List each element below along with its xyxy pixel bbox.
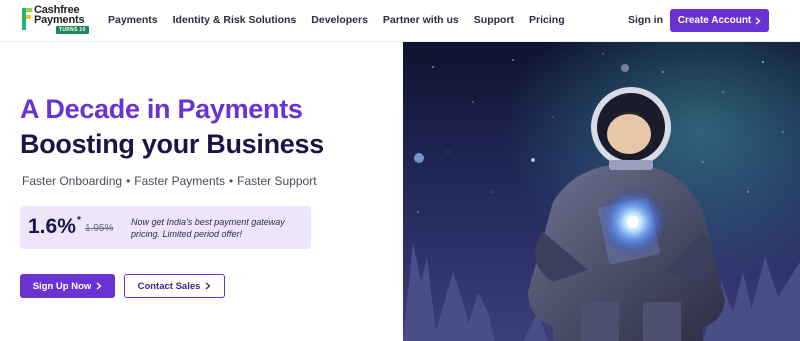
bullet-separator: • [126,174,131,188]
astronaut-scene-icon [403,42,800,341]
promo-asterisk: * [77,215,81,226]
contact-sales-button[interactable]: Contact Sales [124,274,225,298]
chevron-right-icon [205,282,211,290]
cashfree-logo[interactable]: Cashfree Payments TURNS 10 [22,5,92,35]
chevron-right-icon [755,16,761,25]
top-navigation: Cashfree Payments TURNS 10 Payments Iden… [0,0,800,42]
promo-rate: 1.6% [28,215,76,238]
chevron-right-icon [96,282,102,290]
pricing-promo-box: 1.6% * 1.95% Now get India's best paymen… [20,206,311,249]
nav-item-pricing[interactable]: Pricing [529,14,565,26]
contact-sales-label: Contact Sales [137,280,201,292]
hero-title-line2: Boosting your Business [20,129,324,159]
logo-badge: TURNS 10 [56,26,89,34]
create-account-button[interactable]: Create Account [670,9,769,32]
bullet-separator: • [228,174,234,188]
feature-payments: Faster Payments [134,174,225,188]
sign-in-link[interactable]: Sign in [628,14,663,26]
nav-item-identity-risk[interactable]: Identity & Risk Solutions [173,14,297,26]
logo-text: Cashfree Payments [34,4,85,26]
astronaut-illustration [403,42,800,341]
hero-features: Faster Onboarding • Faster Payments • Faster… [22,174,317,188]
sign-up-label: Sign Up Now [32,280,92,292]
create-account-label: Create Account [677,15,752,26]
nav-item-payments[interactable]: Payments [108,14,158,26]
logo-mark-icon [22,8,32,30]
nav-item-partner[interactable]: Partner with us [383,14,459,26]
nav-item-developers[interactable]: Developers [311,14,368,26]
sign-up-button[interactable]: Sign Up Now [20,274,115,298]
feature-support: Faster Support [237,174,317,188]
promo-old-rate: 1.95% [85,223,114,234]
hero-title-line1: A Decade in Payments [20,94,303,124]
feature-onboarding: Faster Onboarding [22,174,123,188]
nav-item-support[interactable]: Support [474,14,514,26]
promo-description: Now get India's best payment gateway pri… [131,217,285,239]
main-menu: Payments Identity & Risk Solutions Devel… [108,14,580,26]
